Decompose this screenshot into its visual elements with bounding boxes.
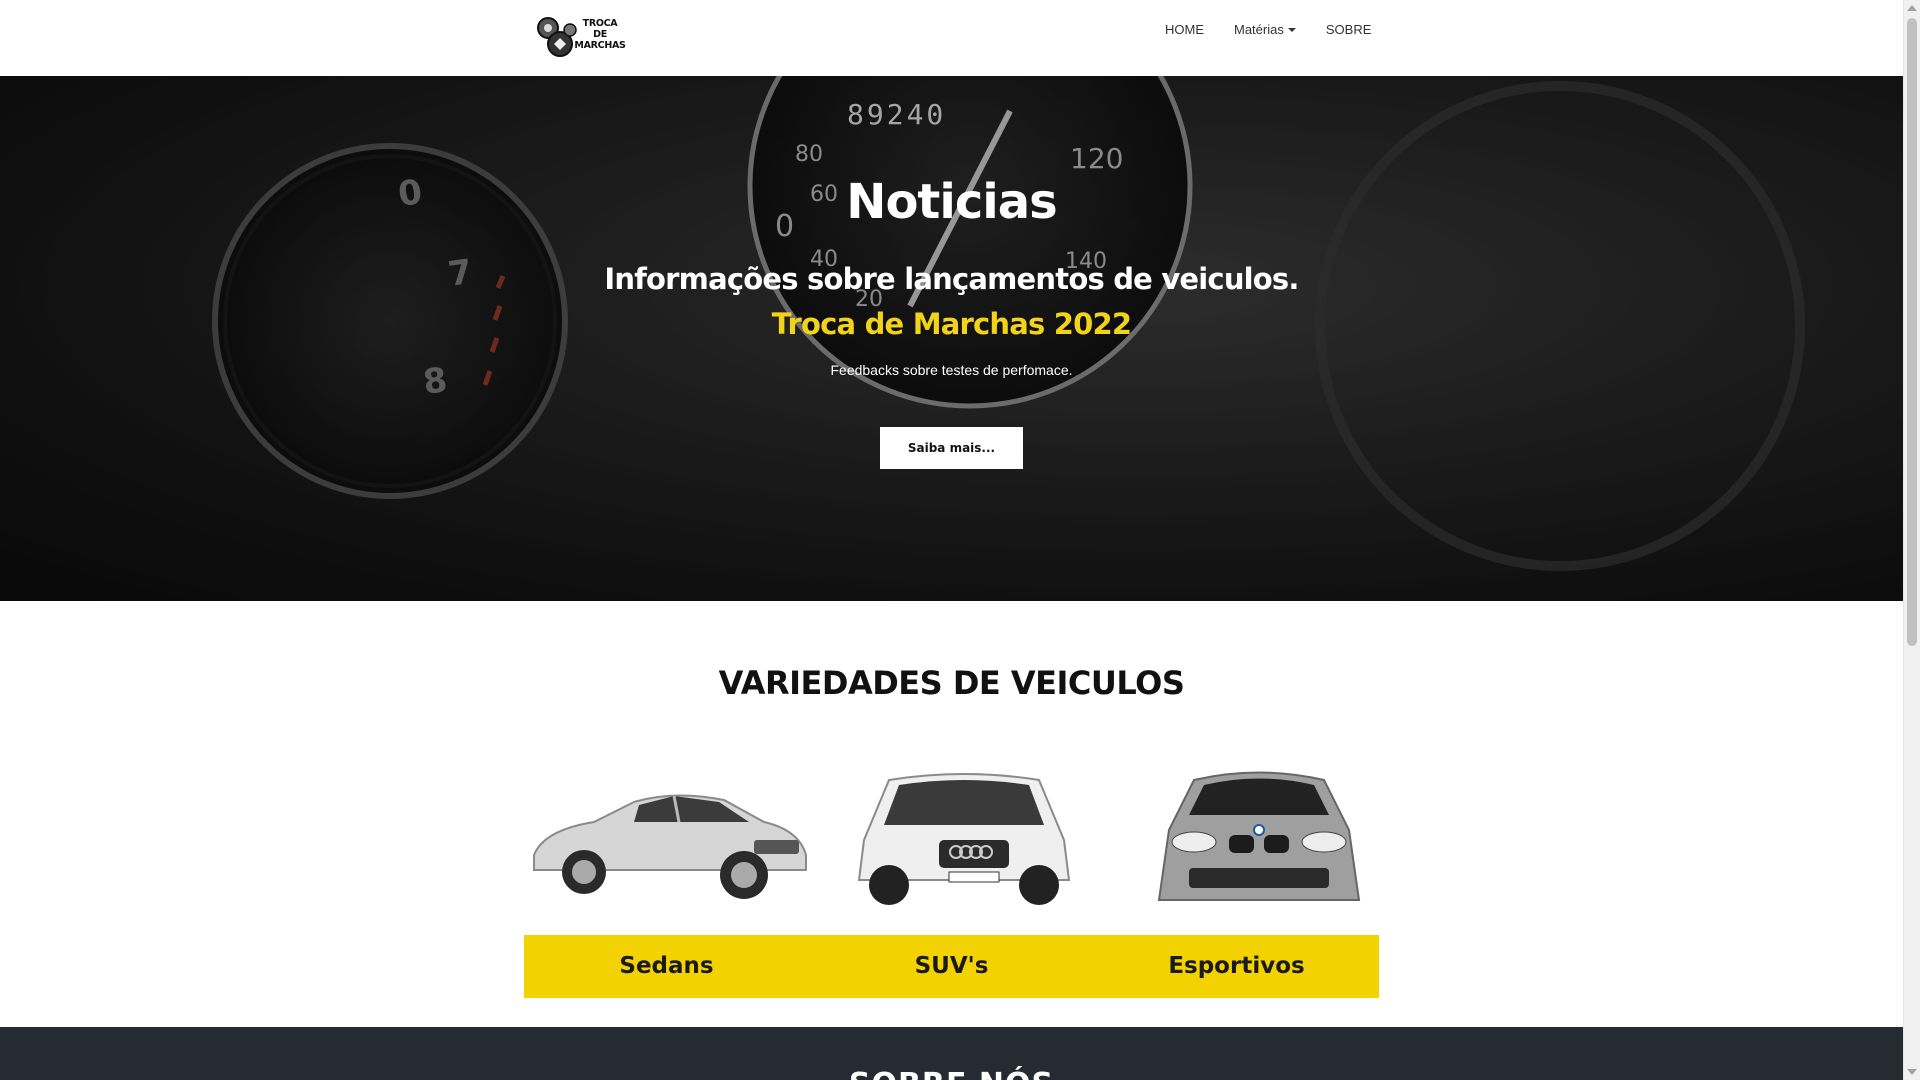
hero-subtitle: Informações sobre lançamentos de veiculo…: [604, 262, 1299, 296]
about-section: SOBRE NÓS: [0, 1027, 1903, 1080]
scroll-up-arrow-icon[interactable]: [1907, 5, 1917, 11]
hero-title: Noticias: [846, 174, 1057, 230]
logo-text: TROCA DE MARCHAS: [574, 18, 626, 51]
logo[interactable]: TROCA DE MARCHAS: [536, 14, 628, 62]
hero-brand: Troca de Marchas 2022: [771, 307, 1132, 341]
nav-item-home[interactable]: HOME: [1150, 22, 1219, 38]
saiba-mais-button[interactable]: Saiba mais...: [880, 427, 1023, 469]
hero-section: 7 8 0 80 60 40 20 0 120 140 89240 Notici…: [0, 76, 1903, 601]
nav-item-sobre[interactable]: SOBRE: [1311, 22, 1387, 38]
scrollbar[interactable]: [1903, 0, 1920, 1080]
navbar: TROCA DE MARCHAS HOME Matérias SOBRE: [0, 0, 1903, 76]
sports-car-image[interactable]: [1149, 760, 1369, 910]
sedan-car-image[interactable]: [524, 760, 809, 910]
nav-item-materias[interactable]: Matérias: [1219, 22, 1311, 38]
car-images: [524, 760, 1379, 910]
category-esportivos[interactable]: Esportivos: [1094, 935, 1379, 998]
main-nav: HOME Matérias SOBRE: [1150, 22, 1386, 38]
category-suvs[interactable]: SUV's: [809, 935, 1094, 998]
category-bar: Sedans SUV's Esportivos: [524, 935, 1379, 998]
scroll-down-arrow-icon[interactable]: [1907, 1069, 1917, 1075]
about-title: SOBRE NÓS: [0, 1067, 1903, 1080]
scroll-thumb[interactable]: [1907, 18, 1917, 646]
caret-down-icon: [1287, 28, 1296, 32]
page: TROCA DE MARCHAS HOME Matérias SOBRE 7 8…: [0, 0, 1903, 1080]
category-sedans[interactable]: Sedans: [524, 935, 809, 998]
suv-car-image[interactable]: [844, 760, 1084, 910]
hero-text: Feedbacks sobre testes de perfomace.: [830, 362, 1073, 378]
variety-title: VARIEDADES DE VEICULOS: [718, 664, 1185, 702]
hero-content: Noticias Informações sobre lançamentos d…: [0, 76, 1903, 601]
